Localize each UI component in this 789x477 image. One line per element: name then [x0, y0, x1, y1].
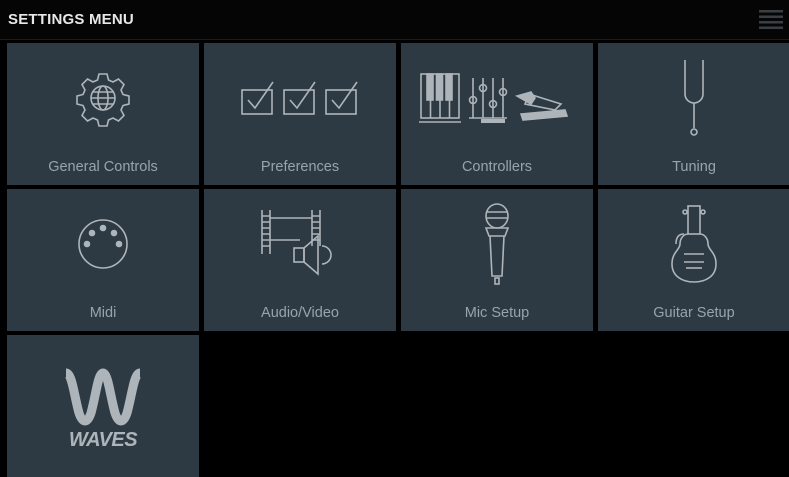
tile-waves[interactable]: WAVES: [7, 335, 199, 477]
waves-logo-text: WAVES: [68, 429, 138, 451]
tile-label: Mic Setup: [464, 305, 530, 321]
tile-label: Controllers: [461, 159, 533, 175]
title-bar: SETTINGS MENU: [0, 0, 789, 40]
gear-globe-icon: [7, 43, 199, 153]
tile-guitar-setup[interactable]: Guitar Setup: [598, 189, 789, 331]
film-speaker-icon: [204, 189, 396, 299]
tile-label: Tuning: [672, 159, 716, 175]
tile-tuning[interactable]: Tuning: [598, 43, 789, 185]
list-icon[interactable]: [759, 10, 783, 30]
keys-sliders-pedal-icon: [401, 43, 593, 153]
midi-connector-icon: [7, 189, 199, 299]
tile-midi[interactable]: Midi: [7, 189, 199, 331]
guitar-icon: [598, 189, 789, 299]
tile-preferences[interactable]: Preferences: [204, 43, 396, 185]
tile-controllers[interactable]: Controllers: [401, 43, 593, 185]
tile-mic-setup[interactable]: Mic Setup: [401, 189, 593, 331]
tile-label: Audio/Video: [261, 305, 339, 321]
tile-audio-video[interactable]: Audio/Video: [204, 189, 396, 331]
microphone-icon: [401, 189, 593, 299]
page-title: SETTINGS MENU: [8, 11, 134, 28]
checkboxes-icon: [204, 43, 396, 153]
tile-general-controls[interactable]: General Controls: [7, 43, 199, 185]
tile-label: Guitar Setup: [653, 305, 735, 321]
tile-label: Midi: [89, 305, 117, 321]
tile-label: General Controls: [48, 159, 158, 175]
tile-label: Preferences: [260, 159, 340, 175]
tuning-fork-icon: [598, 43, 789, 153]
